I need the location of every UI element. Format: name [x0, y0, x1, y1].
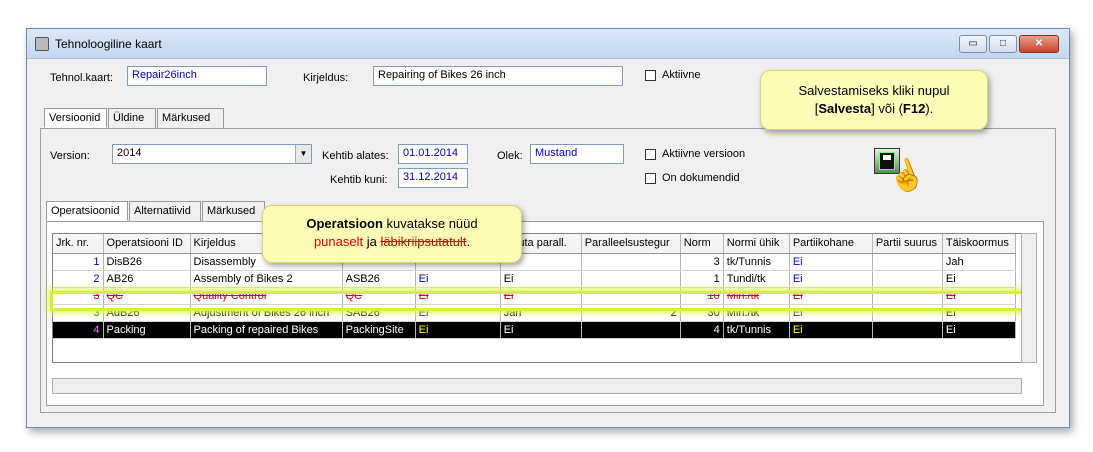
callout-text: ja — [363, 234, 381, 249]
title-bar: Tehnoloogiline kaart ▭ □ ✕ — [27, 29, 1069, 59]
tab-operatsioonid[interactable]: Operatsioonid — [46, 201, 128, 221]
version-label: Version: — [50, 150, 90, 162]
tab-sub-markused[interactable]: Märkused — [202, 201, 265, 221]
cell: 4 — [680, 321, 724, 339]
maximize-button[interactable]: □ — [989, 35, 1017, 53]
tehnol-kaart-field[interactable]: Repair26inch — [127, 66, 267, 86]
col-header[interactable]: Jrk. nr. — [53, 234, 104, 254]
cell: DisB26 — [103, 253, 191, 271]
window-title: Tehnoloogiline kaart — [55, 37, 162, 51]
kehtib-alates-field[interactable]: 01.01.2014 — [398, 144, 468, 164]
cell: Tundi/tk — [723, 270, 790, 288]
operations-table: Jrk. nr. Operatsiooni ID Kirjeldus ...su… — [53, 234, 1017, 339]
cell: Ei — [415, 321, 501, 339]
cell — [581, 321, 681, 339]
callout-red: punaselt — [313, 234, 364, 249]
save-callout: Salvestamiseks kliki nupul [Salvesta] võ… — [760, 70, 988, 130]
cell: Ei — [942, 270, 1017, 288]
horizontal-scrollbar[interactable] — [52, 378, 1022, 394]
tab-alternatiivid[interactable]: Alternatiivid — [129, 201, 201, 221]
col-header[interactable]: Paralleelsustegur — [581, 234, 681, 254]
callout-text: kuvatakse nüüd — [382, 216, 478, 231]
tab-uldine[interactable]: Üldine — [108, 108, 156, 128]
operations-callout: Operatsioon kuvatakse nüüd punaselt ja l… — [262, 205, 522, 263]
olek-field[interactable]: Mustand — [530, 144, 624, 164]
col-header[interactable]: Partiikohane — [789, 234, 873, 254]
cell: Ei — [415, 270, 501, 288]
cell — [581, 253, 681, 271]
table-row-selected[interactable]: 4 Packing Packing of repaired Bikes Pack… — [53, 321, 1017, 339]
col-header[interactable]: Partii suurus — [872, 234, 943, 254]
save-callout-line1: Salvestamiseks kliki nupul — [798, 83, 950, 98]
col-header[interactable]: Operatsiooni ID — [103, 234, 191, 254]
col-header[interactable]: Norm — [680, 234, 724, 254]
main-tabs: Versioonid Üldine Märkused — [44, 108, 344, 128]
cell: 1 — [53, 253, 104, 271]
on-dokumendid-checkbox[interactable] — [645, 173, 656, 184]
kehtib-kuni-label: Kehtib kuni: — [330, 174, 388, 186]
aktiivne-checkbox[interactable] — [645, 70, 656, 81]
cell: Ei — [789, 270, 873, 288]
cell: Ei — [500, 321, 582, 339]
cell: Ei — [500, 270, 582, 288]
cell: 4 — [53, 321, 104, 339]
on-dokumendid-label: On dokumendid — [662, 172, 740, 184]
olek-label: Olek: — [497, 150, 523, 162]
cell: Packing of repaired Bikes — [190, 321, 343, 339]
col-header[interactable]: Normi ühik — [723, 234, 790, 254]
aktiivne-versioon-checkbox[interactable] — [645, 149, 656, 160]
table-row[interactable]: 2 AB26 Assembly of Bikes 2 ASB26 Ei Ei 1… — [53, 270, 1017, 288]
kehtib-alates-label: Kehtib alates: — [322, 150, 389, 162]
cell: tk/Tunnis — [723, 253, 790, 271]
cell: Ei — [942, 321, 1017, 339]
cell — [872, 253, 943, 271]
minimize-button[interactable]: ▭ — [959, 35, 987, 53]
sub-tabs: Operatsioonid Alternatiivid Märkused — [46, 201, 286, 221]
callout-text: ). — [925, 101, 934, 116]
app-icon — [35, 37, 49, 51]
callout-text: ] või ( — [871, 101, 903, 116]
close-button[interactable]: ✕ — [1019, 35, 1059, 53]
callout-bold: Operatsioon — [306, 216, 383, 231]
version-select[interactable]: 2014 ▼ — [112, 144, 312, 164]
cell — [581, 270, 681, 288]
col-header[interactable]: Täiskoormus — [942, 234, 1017, 254]
cell: AB26 — [103, 270, 191, 288]
row-highlight — [50, 291, 1024, 311]
tab-versioonid[interactable]: Versioonid — [44, 108, 107, 128]
callout-text: . — [466, 234, 471, 249]
tab-markused[interactable]: Märkused — [157, 108, 224, 128]
cell: Assembly of Bikes 2 — [190, 270, 343, 288]
vertical-scrollbar[interactable] — [1021, 233, 1037, 363]
chevron-down-icon[interactable]: ▼ — [295, 145, 311, 163]
aktiivne-versioon-label: Aktiivne versioon — [662, 148, 746, 160]
tehnol-kaart-label: Tehnol.kaart: — [50, 72, 113, 84]
cell: PackingSite — [342, 321, 416, 339]
grid-header-row: Jrk. nr. Operatsiooni ID Kirjeldus ...su… — [53, 234, 1017, 254]
cell: 3 — [680, 253, 724, 271]
cell: ASB26 — [342, 270, 416, 288]
kehtib-kuni-field[interactable]: 31.12.2014 — [398, 168, 468, 188]
kirjeldus-label: Kirjeldus: — [303, 72, 349, 84]
cell: Packing — [103, 321, 191, 339]
cell — [872, 321, 943, 339]
table-row[interactable]: 1 DisB26 Disassembly 3 tk/Tunnis Ei Jah — [53, 253, 1017, 271]
cell: 2 — [53, 270, 104, 288]
cell: Ei — [789, 253, 873, 271]
version-value: 2014 — [117, 147, 142, 159]
cell: Ei — [789, 321, 873, 339]
cell — [872, 270, 943, 288]
cell: 1 — [680, 270, 724, 288]
aktiivne-label: Aktiivne — [662, 69, 701, 81]
callout-strike: läbikriipsutatult — [380, 234, 467, 249]
callout-bold: Salvesta — [818, 101, 872, 116]
cell: tk/Tunnis — [723, 321, 790, 339]
kirjeldus-field[interactable]: Repairing of Bikes 26 inch — [373, 66, 623, 86]
callout-bold: F12 — [902, 101, 926, 116]
cell: Jah — [942, 253, 1017, 271]
